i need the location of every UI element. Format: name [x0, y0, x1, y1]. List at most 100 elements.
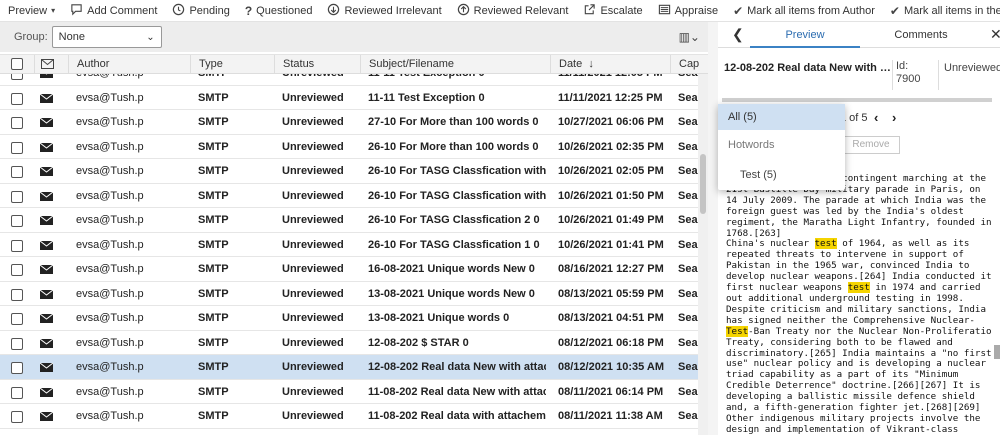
table-row[interactable]: evsa@Tush.p SMTP Unreviewed 26-10 For TASG … [0, 159, 698, 184]
table-row[interactable]: evsa@Tush.p SMTP Unreviewed 27-10 For More … [0, 110, 698, 135]
cell-date: 10/26/2021 01:41 PM [558, 238, 664, 251]
preview-dropdown[interactable]: Preview ▾ [0, 0, 62, 22]
row-checkbox[interactable] [11, 264, 23, 276]
escalate-button[interactable]: Escalate [575, 0, 649, 22]
table-row[interactable]: evsa@Tush.p SMTP Unreviewed 13-08-2021 Uniq… [0, 306, 698, 331]
table-row[interactable]: evsa@Tush.p SMTP Unreviewed 26-10 For TASG … [0, 183, 698, 208]
mark-set-button[interactable]: ✔ Mark all items in the set [882, 0, 1000, 22]
pending-button[interactable]: Pending [164, 0, 236, 22]
appraise-button[interactable]: Appraise [650, 0, 725, 22]
row-checkbox[interactable] [11, 386, 23, 399]
tab-preview[interactable]: Preview [750, 22, 860, 48]
table-row[interactable]: evsa@Tush.p SMTP Unreviewed 11-08-202 Real … [0, 379, 698, 404]
close-icon[interactable]: ✕ [990, 26, 1000, 43]
table-row[interactable]: evsa@Tush.p SMTP Unreviewed 11-08-202 Real … [0, 404, 698, 429]
scrollbar-thumb[interactable] [700, 154, 706, 214]
envelope-icon [40, 118, 53, 127]
select-all-checkbox[interactable] [11, 58, 23, 70]
group-value: None [58, 31, 85, 43]
table-row[interactable]: evsa@Tush.p SMTP Unreviewed 16-08-2021 Uniq… [0, 257, 698, 282]
dropdown-item-all[interactable]: All (5) [718, 104, 845, 130]
cell-cap: Sea [678, 140, 698, 153]
table-row[interactable]: evsa@Tush.p SMTP Unreviewed 11-11 Test E… [0, 74, 698, 86]
cell-subject: 26-10 For TASG Classfication with Attach… [368, 189, 546, 202]
cell-type: SMTP [198, 74, 268, 85]
table-scrollbar[interactable] [698, 74, 708, 435]
row-checkbox[interactable] [11, 411, 23, 423]
row-checkbox[interactable] [11, 313, 23, 325]
cell-status: Unreviewed [282, 287, 344, 300]
row-checkbox[interactable] [11, 74, 23, 80]
select-all-cell[interactable] [0, 55, 34, 75]
column-cap[interactable]: Cap [670, 55, 708, 75]
previous-hit-icon[interactable]: ‹ [874, 110, 878, 125]
cell-subject: 11-08-202 Real data New with attachem... [368, 385, 546, 398]
table-row[interactable]: evsa@Tush.p SMTP Unreviewed 13-08-2021 Uniq… [0, 281, 698, 306]
table-row[interactable]: evsa@Tush.p SMTP Unreviewed 26-10 For TASG … [0, 208, 698, 233]
reviewed-relevant-button[interactable]: Reviewed Relevant [449, 0, 576, 22]
tab-comments[interactable]: Comments [866, 22, 976, 48]
table-row[interactable]: evsa@Tush.p SMTP Unreviewed 26-10 For More … [0, 134, 698, 159]
table-row[interactable]: evsa@Tush.p SMTP Unreviewed 12-08-202 $ STA… [0, 330, 698, 355]
mark-author-button[interactable]: ✔ Mark all items from Author [725, 0, 882, 22]
cell-author: evsa@Tush.p [76, 429, 186, 435]
remove-button[interactable]: Remove [842, 136, 900, 154]
questioned-button[interactable]: ? Questioned [237, 0, 320, 22]
row-checkbox[interactable] [11, 190, 23, 203]
row-checkbox[interactable] [11, 166, 23, 178]
row-checkbox[interactable] [11, 215, 23, 227]
column-status[interactable]: Status [274, 55, 360, 75]
row-checkbox[interactable] [11, 239, 23, 252]
cell-type: SMTP [198, 385, 229, 398]
cell-author: evsa@Tush.p [76, 238, 144, 251]
chevron-left-icon[interactable]: ❮ [732, 26, 744, 43]
column-date-label: Date [559, 58, 583, 70]
chevron-down-icon: ⌄ [146, 31, 155, 43]
cell-subject: 10-08-202 Real data New with attachem... [368, 429, 546, 435]
sort-down-icon: ↓ [585, 58, 594, 70]
cell-author: evsa@Tush.p [76, 140, 144, 153]
column-author[interactable]: Author [68, 55, 190, 75]
envelope-header[interactable] [34, 55, 68, 75]
column-chooser-icon[interactable]: ▥⌄ [679, 30, 700, 44]
cell-status: Unreviewed [282, 74, 358, 85]
hit-highlight: Test [726, 325, 749, 337]
reviewed-irrelevant-button[interactable]: Reviewed Irrelevant [319, 0, 448, 22]
table-row[interactable]: evsa@Tush.p SMTP Unreviewed 10-08-202 Real … [0, 428, 698, 435]
row-checkbox[interactable] [11, 337, 23, 350]
row-checkbox[interactable] [11, 288, 23, 301]
row-checkbox[interactable] [11, 362, 23, 374]
row-checkbox[interactable] [11, 141, 23, 154]
text-segment: triad capability as a part of its "Minim… [726, 369, 959, 381]
table-row[interactable]: evsa@Tush.p SMTP Unreviewed 11-11 Test Exce… [0, 85, 698, 110]
dropdown-item-test[interactable]: Test (5) [718, 162, 845, 188]
column-type[interactable]: Type [190, 55, 274, 75]
table-row[interactable]: evsa@Tush.p SMTP Unreviewed 12-08-202 Real … [0, 355, 698, 380]
table-row[interactable]: evsa@Tush.p SMTP Unreviewed 26-10 For TASG … [0, 232, 698, 257]
envelope-icon [40, 265, 53, 274]
cell-status: Unreviewed [282, 336, 344, 349]
cell-cap: Sea [678, 385, 698, 398]
cell-status: Unreviewed [282, 312, 344, 324]
envelope-icon [40, 314, 53, 323]
envelope-icon [40, 338, 53, 348]
preview-scrollbar-thumb[interactable] [994, 345, 1000, 359]
info-scrollbar[interactable] [722, 98, 992, 102]
checkmark-icon: ✔ [889, 3, 900, 18]
cell-author: evsa@Tush.p [76, 214, 144, 226]
next-hit-icon[interactable]: › [892, 110, 896, 125]
row-checkbox[interactable] [11, 117, 23, 129]
text-segment: develop nuclear weapons.[264] India cond… [726, 271, 992, 283]
column-subject[interactable]: Subject/Filename [360, 55, 550, 75]
add-comment-button[interactable]: Add Comment [62, 0, 164, 22]
column-date[interactable]: Date ↓ [550, 55, 670, 75]
cell-type: SMTP [198, 429, 268, 435]
group-bar: Group: None ⌄ ▥⌄ [0, 22, 708, 52]
appraise-label: Appraise [674, 4, 719, 17]
add-comment-label: Add Comment [87, 4, 158, 17]
row-checkbox[interactable] [11, 92, 23, 105]
group-select[interactable]: None ⌄ [51, 26, 162, 48]
text-segment: -Ban Treaty nor the Nuclear Non-Prolifer… [748, 325, 992, 337]
cell-type: SMTP [198, 189, 229, 202]
pane-splitter[interactable] [708, 22, 718, 435]
